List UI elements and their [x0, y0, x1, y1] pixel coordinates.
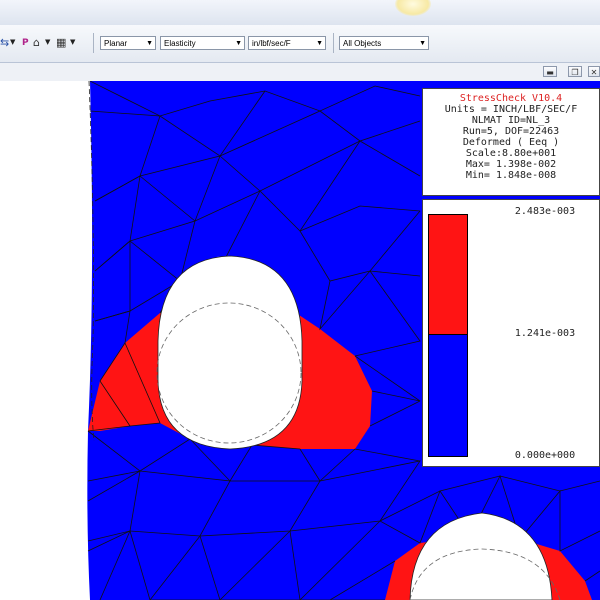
mode-line: Deformed ( Eeq ): [462, 137, 560, 148]
mesh-icon[interactable]: ⌂: [33, 36, 40, 50]
objects-value: All Objects: [343, 39, 382, 48]
min-line: Min= 1.848e-008: [465, 170, 557, 181]
restore-button[interactable]: ❐: [568, 66, 582, 77]
toolbar: ⇆ ▼ P ⌂ ▼ ▦ ▼ Planar ▼ Elasticity ▼ in/l…: [0, 25, 600, 63]
units-select[interactable]: in/lbf/sec/F ▼: [248, 36, 326, 50]
analysis-type-value: Planar: [104, 39, 128, 48]
physics-value: Elasticity: [164, 39, 196, 48]
title-bar: [0, 0, 600, 26]
hole-top: [157, 255, 303, 450]
chevron-down-icon: ▼: [235, 40, 242, 47]
p-icon[interactable]: P: [22, 36, 29, 50]
nlmat-line: NLMAT ID=NL_3: [471, 115, 551, 126]
objects-select[interactable]: All Objects ▼: [339, 36, 429, 50]
units-value: in/lbf/sec/F: [252, 39, 291, 48]
mesh-dropdown-arrow[interactable]: ▼: [45, 38, 50, 46]
color-legend: 2.483e-003 1.241e-003 0.000e+000: [422, 199, 600, 467]
scale-line: Scale:8.80e+001: [465, 148, 557, 159]
legend-band-high: [428, 214, 468, 335]
chevron-down-icon: ▼: [419, 40, 426, 47]
highlight-glow: [395, 0, 431, 16]
filter-icon[interactable]: ⇆: [0, 36, 9, 50]
run-line: Run=5, DOF=22463: [462, 126, 560, 137]
solver-icon[interactable]: ▦: [56, 36, 66, 50]
analysis-type-select[interactable]: Planar ▼: [100, 36, 156, 50]
app-title: StressCheck V10.4: [459, 93, 563, 104]
max-line: Max= 1.398e-002: [465, 159, 557, 170]
mdi-strip: [0, 63, 600, 81]
chevron-down-icon: ▼: [146, 40, 153, 47]
results-info-panel: StressCheck V10.4 Units = INCH/LBF/SEC/F…: [422, 88, 600, 196]
chevron-down-icon: ▼: [316, 40, 323, 47]
toolbar-separator: [93, 33, 94, 53]
legend-band-low: [428, 335, 468, 457]
legend-mid-value: 1.241e-003: [514, 328, 576, 339]
toolbar-separator: [333, 33, 334, 53]
legend-bottom-value: 0.000e+000: [514, 450, 576, 461]
filter-dropdown-arrow[interactable]: ▼: [10, 38, 15, 46]
units-line: Units = INCH/LBF/SEC/F: [444, 104, 578, 115]
solver-dropdown-arrow[interactable]: ▼: [70, 38, 75, 46]
close-button[interactable]: ✕: [588, 66, 600, 77]
minimize-button[interactable]: ▬: [543, 66, 557, 77]
legend-top-value: 2.483e-003: [514, 206, 576, 217]
physics-select[interactable]: Elasticity ▼: [160, 36, 245, 50]
